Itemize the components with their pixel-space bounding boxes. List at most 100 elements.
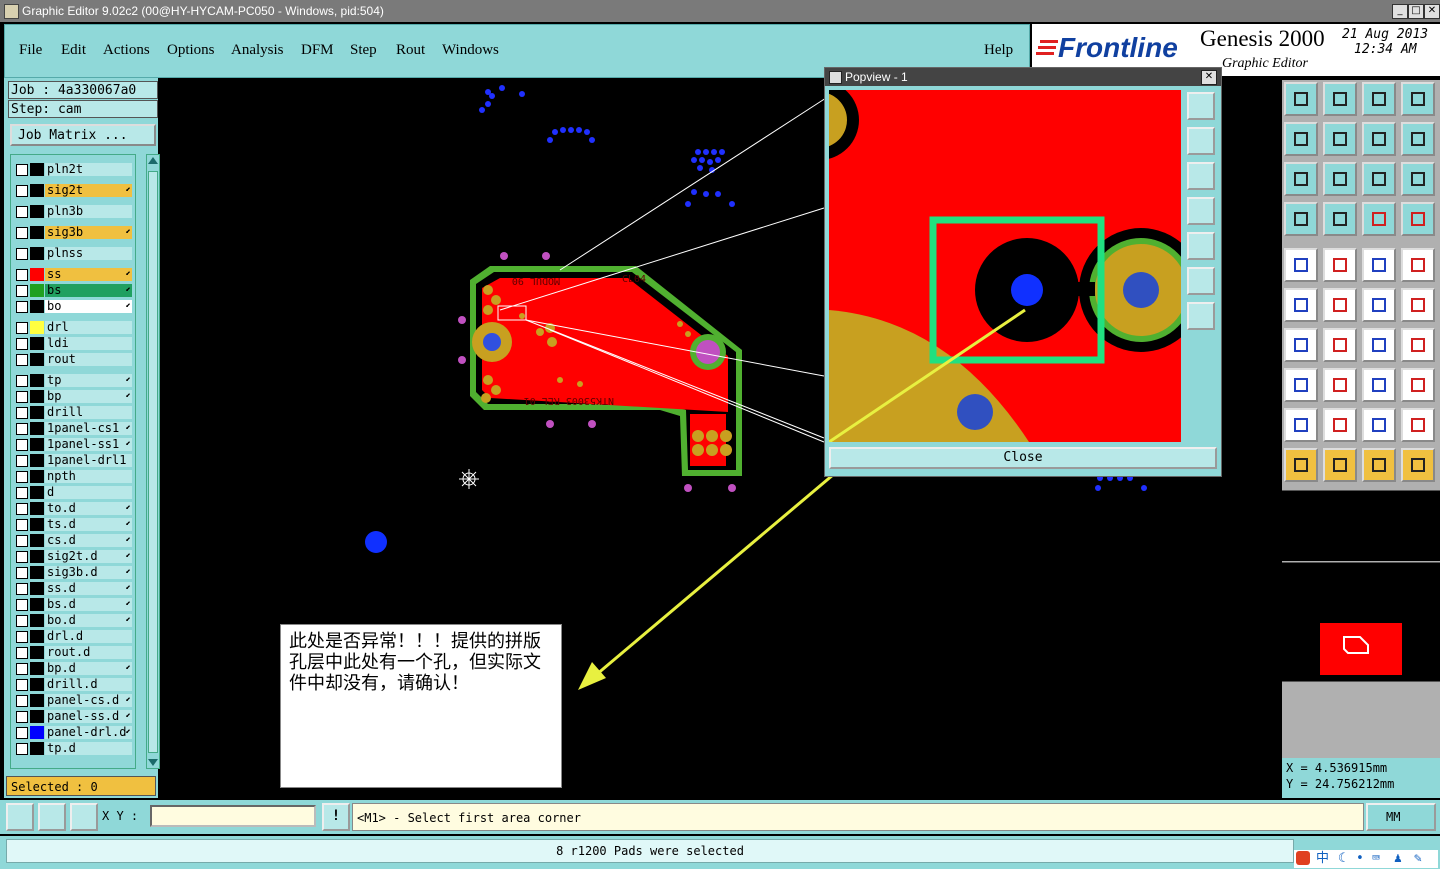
layer-row[interactable]: ss.d ⬋ (11, 582, 135, 596)
layer-row[interactable]: bs.d ⬋ (11, 598, 135, 612)
layer-checkbox[interactable] (16, 487, 28, 499)
overview-board[interactable] (1320, 623, 1402, 675)
popview-zoom-in-icon[interactable] (1187, 267, 1215, 295)
layer-color-swatch[interactable] (30, 646, 44, 659)
layer-color-swatch[interactable] (30, 205, 44, 218)
menu-help[interactable]: Help (984, 42, 1013, 59)
layer-color-swatch[interactable] (30, 550, 44, 563)
layer-checkbox[interactable] (16, 455, 28, 467)
ime-keyboard-icon[interactable]: ⌨ (1372, 850, 1380, 868)
layer-checkbox[interactable] (16, 423, 28, 435)
path-icon[interactable] (1401, 448, 1435, 482)
layer-row[interactable]: drill.d (11, 678, 135, 692)
layer-color-swatch[interactable] (30, 470, 44, 483)
layer-row[interactable]: ldi (11, 337, 135, 351)
layers-tool-icon[interactable] (1362, 202, 1396, 236)
layer-row[interactable]: bs ⬋ (11, 284, 135, 298)
scale-icon[interactable] (1362, 162, 1396, 196)
close-button[interactable]: ✕ (1424, 4, 1440, 19)
layer-name[interactable]: ss.d (45, 582, 132, 595)
layer-row[interactable]: drl.d (11, 630, 135, 644)
layer-checkbox[interactable] (16, 227, 28, 239)
info-icon[interactable]: ! (322, 803, 350, 831)
layer-checkbox[interactable] (16, 471, 28, 483)
layer-checkbox[interactable] (16, 285, 28, 297)
snap-tool-icon[interactable] (1284, 202, 1318, 236)
layer-row[interactable]: bp ⬋ (11, 390, 135, 404)
layer-color-swatch[interactable] (30, 454, 44, 467)
layer-name[interactable]: bs.d (45, 598, 132, 611)
target-icon[interactable] (1401, 248, 1435, 282)
layer-checkbox[interactable] (16, 206, 28, 218)
ime-moon-icon[interactable]: ☾ (1338, 850, 1346, 868)
layer-row[interactable]: npth (11, 470, 135, 484)
cut-icon[interactable] (1323, 368, 1357, 402)
layer-checkbox[interactable] (16, 599, 28, 611)
layer-name[interactable]: bo.d (45, 614, 132, 627)
popview-close-icon[interactable]: ✕ (1201, 70, 1217, 85)
layer-checkbox[interactable] (16, 663, 28, 675)
layer-checkbox[interactable] (16, 567, 28, 579)
layer-name[interactable]: ts.d (45, 518, 132, 531)
layer-color-swatch[interactable] (30, 726, 44, 739)
center-icon[interactable] (1323, 162, 1357, 196)
pcb-board[interactable]: MODUL 90 CL04 NTK53003 REL 01 (458, 252, 742, 492)
line2-icon[interactable] (1323, 328, 1357, 362)
layer-checkbox[interactable] (16, 301, 28, 313)
layer-color-swatch[interactable] (30, 502, 44, 515)
layer-checkbox[interactable] (16, 407, 28, 419)
layer-row[interactable]: tp.d (11, 742, 135, 756)
zoom-down-icon[interactable] (1323, 82, 1357, 116)
grid-icon[interactable] (70, 803, 98, 831)
cross-icon[interactable] (1323, 288, 1357, 322)
layer-color-swatch[interactable] (30, 268, 44, 281)
layer-row[interactable]: d (11, 486, 135, 500)
scroll-down-icon[interactable] (148, 759, 158, 766)
group-icon[interactable] (1401, 368, 1435, 402)
layer-checkbox[interactable] (16, 743, 28, 755)
xy-input[interactable] (150, 805, 316, 827)
copy-icon[interactable] (1401, 288, 1435, 322)
layer-color-swatch[interactable] (30, 337, 44, 350)
layer-row[interactable]: rout (11, 353, 135, 367)
layer-checkbox[interactable] (16, 711, 28, 723)
layer-checkbox[interactable] (16, 354, 28, 366)
layer-row[interactable]: panel-ss.d ⬋ (11, 710, 135, 724)
move-icon[interactable] (1362, 288, 1396, 322)
popview-pan-left-icon[interactable] (1187, 197, 1215, 225)
layer-name[interactable]: bp.d (45, 662, 132, 675)
layer-name[interactable]: 1panel-cs1 (45, 422, 132, 435)
layer-row[interactable]: 1panel-cs1 ⬋ (11, 422, 135, 436)
ime-settings-icon[interactable]: ✎ (1414, 850, 1422, 868)
maximize-button[interactable]: □ (1408, 4, 1424, 19)
layer-color-swatch[interactable] (30, 321, 44, 334)
layer-list[interactable]: pln2t sig2t ⬋ pln3b sig3b ⬋ plnss ss ⬋ bs ⬋ bo ⬋ drl l… (10, 154, 136, 769)
layer-color-swatch[interactable] (30, 284, 44, 297)
resize-icon[interactable] (1362, 368, 1396, 402)
popview-zoom-out-icon[interactable] (1187, 302, 1215, 330)
popview-window[interactable]: Popview - 1 ✕ Close (824, 67, 1222, 477)
popview-zoom-view[interactable] (829, 90, 1181, 442)
layer-name[interactable]: rout (45, 353, 132, 366)
popview-pan-right-icon[interactable] (1187, 232, 1215, 260)
layer-name[interactable]: panel-cs.d (45, 694, 132, 707)
fit-icon[interactable] (1284, 162, 1318, 196)
layer-name[interactable]: panel-drl.d (45, 726, 132, 739)
units-selector[interactable]: MM (1366, 803, 1436, 831)
layer-name[interactable]: bp (45, 390, 132, 403)
layer-scrollbar[interactable] (146, 154, 160, 769)
layer-checkbox[interactable] (16, 679, 28, 691)
home-icon[interactable] (1362, 82, 1396, 116)
layer-row[interactable]: sig2t.d ⬋ (11, 550, 135, 564)
layer-row[interactable]: pln3b (11, 205, 135, 219)
layer-checkbox[interactable] (16, 338, 28, 350)
layer-name[interactable]: drl.d (45, 630, 132, 643)
layer-row[interactable]: rout.d (11, 646, 135, 660)
pointer2-icon[interactable] (1323, 448, 1357, 482)
triangle4-icon[interactable] (1401, 408, 1435, 442)
pad-icon[interactable] (1284, 368, 1318, 402)
layer-name[interactable]: 1panel-drl1 (45, 454, 132, 467)
layer-name[interactable]: pln3b (45, 205, 132, 218)
layer-color-swatch[interactable] (30, 300, 44, 313)
rotate-icon[interactable] (1362, 328, 1396, 362)
